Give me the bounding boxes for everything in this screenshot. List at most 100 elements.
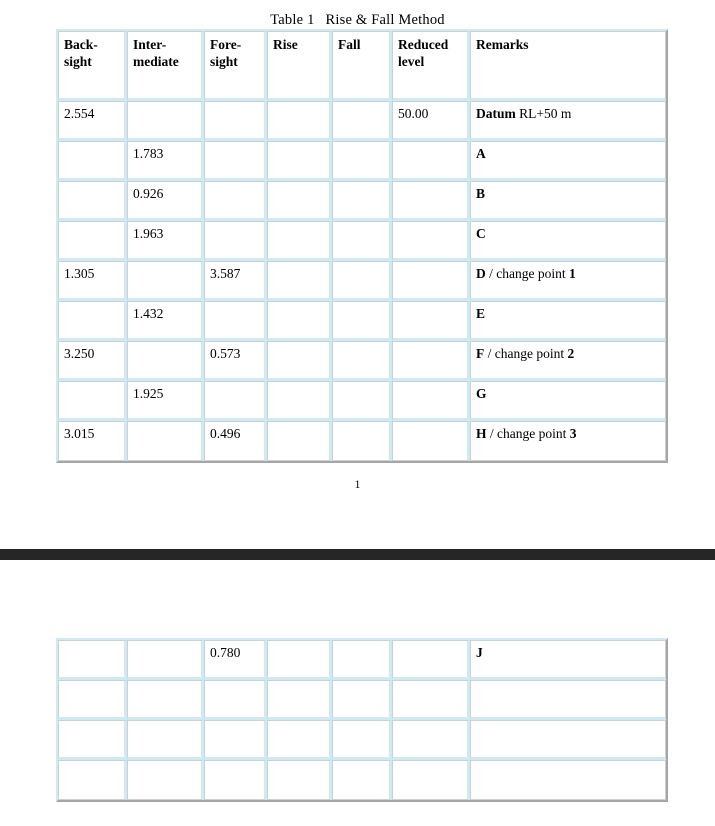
header-reduced-level-line1: Reduced xyxy=(398,37,449,52)
cell-fall xyxy=(332,221,392,261)
cell-intermediate-sight: 1.783 xyxy=(127,141,204,181)
cell-reduced-level xyxy=(392,381,470,421)
column-header-remarks: Remarks xyxy=(470,31,666,101)
cell-foresight xyxy=(204,381,267,421)
cell-fall xyxy=(332,640,392,680)
cell-foresight: 0.573 xyxy=(204,341,267,381)
page-title: Table 1 Rise & Fall Method xyxy=(0,0,715,29)
cell-reduced-level xyxy=(392,181,470,221)
cell-fall xyxy=(332,341,392,381)
table-header-row: Back- sight Inter- mediate Fore- sight R… xyxy=(58,31,666,101)
cell-reduced-level xyxy=(392,720,470,760)
cell-remarks: B xyxy=(470,181,666,221)
cell-rise xyxy=(267,141,332,181)
table-header: Back- sight Inter- mediate Fore- sight R… xyxy=(58,31,666,101)
cell-intermediate-sight: 1.432 xyxy=(127,301,204,341)
table-row: 1.305 3.587 D / change point 1 xyxy=(58,261,666,301)
cell-backsight xyxy=(58,760,127,800)
table-row: 2.554 50.00 Datum RL+50 m xyxy=(58,101,666,141)
remarks-note-text: RL+50 m xyxy=(515,106,572,121)
remarks-station-label: A xyxy=(476,146,486,161)
cell-rise xyxy=(267,720,332,760)
table-row: 1.925 G xyxy=(58,381,666,421)
cell-reduced-level xyxy=(392,760,470,800)
table-caption-prefix: Table 1 xyxy=(270,12,315,28)
cell-remarks: D / change point 1 xyxy=(470,261,666,301)
remarks-station-label: G xyxy=(476,386,487,401)
cell-intermediate-sight xyxy=(127,261,204,301)
cell-intermediate-sight xyxy=(127,101,204,141)
cell-fall xyxy=(332,261,392,301)
cell-remarks: J xyxy=(470,640,666,680)
remarks-change-point-number: 2 xyxy=(567,346,575,361)
cell-intermediate-sight: 1.963 xyxy=(127,221,204,261)
cell-backsight xyxy=(58,301,127,341)
header-foresight-line2: sight xyxy=(210,54,238,69)
cell-remarks: E xyxy=(470,301,666,341)
cell-foresight xyxy=(204,221,267,261)
cell-foresight xyxy=(204,101,267,141)
cell-rise xyxy=(267,301,332,341)
table-row: 3.015 0.496 H / change point 3 xyxy=(58,421,666,461)
cell-intermediate-sight: 0.926 xyxy=(127,181,204,221)
cell-foresight xyxy=(204,680,267,720)
cell-intermediate-sight xyxy=(127,421,204,461)
cell-backsight xyxy=(58,221,127,261)
cell-fall xyxy=(332,760,392,800)
cell-foresight: 0.780 xyxy=(204,640,267,680)
header-fall-label: Fall xyxy=(338,37,361,52)
levelling-table-continued-container: 0.780 J xyxy=(56,638,668,802)
cell-remarks: G xyxy=(470,381,666,421)
cell-backsight xyxy=(58,181,127,221)
cell-foresight xyxy=(204,181,267,221)
cell-foresight: 0.496 xyxy=(204,421,267,461)
cell-backsight xyxy=(58,381,127,421)
cell-reduced-level xyxy=(392,421,470,461)
cell-foresight xyxy=(204,760,267,800)
cell-remarks: F / change point 2 xyxy=(470,341,666,381)
cell-remarks: H / change point 3 xyxy=(470,421,666,461)
column-header-rise: Rise xyxy=(267,31,332,101)
header-reduced-level-line2: level xyxy=(398,54,425,69)
cell-foresight xyxy=(204,141,267,181)
cell-backsight: 1.305 xyxy=(58,261,127,301)
table-caption-main: Rise & Fall Method xyxy=(325,12,445,28)
cell-intermediate-sight xyxy=(127,341,204,381)
header-intermediate-line2: mediate xyxy=(133,54,179,69)
cell-reduced-level xyxy=(392,221,470,261)
cell-remarks: A xyxy=(470,141,666,181)
cell-fall xyxy=(332,301,392,341)
remarks-station-label: H xyxy=(476,426,487,441)
cell-fall xyxy=(332,141,392,181)
remarks-station-label: B xyxy=(476,186,486,201)
table-row: 3.250 0.573 F / change point 2 xyxy=(58,341,666,381)
header-remarks-label: Remarks xyxy=(476,37,529,52)
table-row: 1.432 E xyxy=(58,301,666,341)
table-body: 2.554 50.00 Datum RL+50 m 1.783 A 0.926 B 1.963… xyxy=(58,101,666,461)
remarks-note-text: / change point xyxy=(485,266,569,281)
cell-rise xyxy=(267,640,332,680)
table-row: 1.963 C xyxy=(58,221,666,261)
cell-remarks: Datum RL+50 m xyxy=(470,101,666,141)
remarks-station-label: E xyxy=(476,306,486,321)
remarks-station-label: F xyxy=(476,346,485,361)
cell-foresight: 3.587 xyxy=(204,261,267,301)
cell-reduced-level xyxy=(392,640,470,680)
table-row: 1.783 A xyxy=(58,141,666,181)
header-backsight-line2: sight xyxy=(64,54,92,69)
column-header-intermediate: Inter- mediate xyxy=(127,31,204,101)
header-backsight-line1: Back- xyxy=(64,37,98,52)
cell-fall xyxy=(332,381,392,421)
levelling-table-continued: 0.780 J xyxy=(56,638,668,802)
column-header-reduced-level: Reduced level xyxy=(392,31,470,101)
cell-rise xyxy=(267,680,332,720)
table-row xyxy=(58,680,666,720)
table-row: 0.780 J xyxy=(58,640,666,680)
cell-reduced-level xyxy=(392,141,470,181)
cell-reduced-level xyxy=(392,301,470,341)
cell-fall xyxy=(332,680,392,720)
cell-rise xyxy=(267,221,332,261)
column-header-fall: Fall xyxy=(332,31,392,101)
document-page: Table 1 Rise & Fall Method Back- sight In… xyxy=(0,0,715,802)
remarks-station-label: J xyxy=(476,645,483,660)
